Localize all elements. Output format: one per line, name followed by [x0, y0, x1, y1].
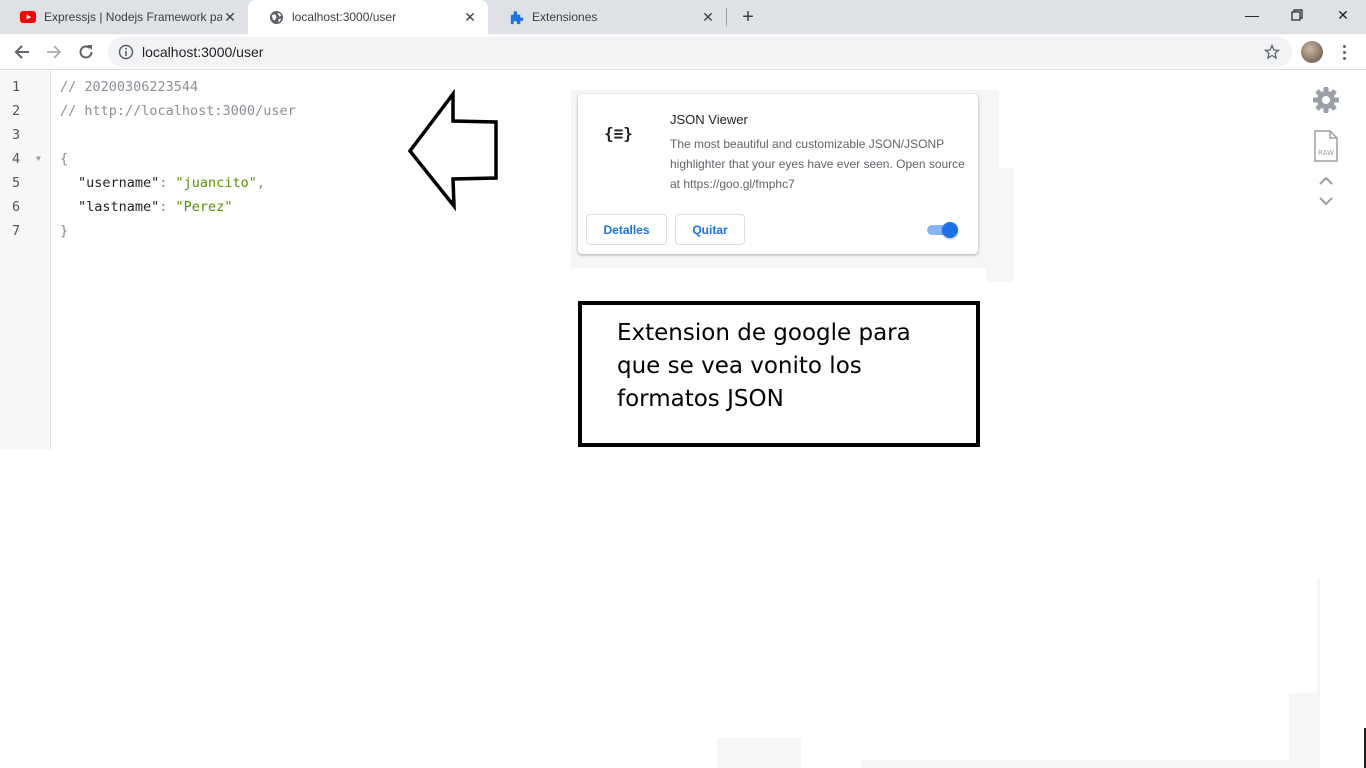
line-number: 4 — [12, 151, 21, 167]
restore-icon — [1291, 9, 1303, 21]
line-number: 5 — [12, 175, 21, 191]
reload-icon — [79, 45, 93, 59]
background-artifact — [717, 738, 801, 768]
info-icon[interactable] — [118, 44, 134, 60]
tab-separator — [726, 8, 727, 26]
forward-button[interactable] — [40, 38, 68, 66]
code-line: 7 } — [0, 219, 560, 243]
restore-button[interactable] — [1274, 0, 1320, 30]
globe-icon — [268, 9, 284, 25]
json-separator: : — [159, 199, 176, 215]
puzzle-icon — [508, 9, 524, 25]
timestamp-comment: // 20200306223544 — [60, 79, 199, 95]
expand-collapse-button[interactable] — [1310, 174, 1342, 208]
extension-panel-backdrop — [986, 168, 1014, 282]
tab-localhost-user[interactable]: localhost:3000/user ✕ — [248, 0, 488, 34]
tab-strip: Expressjs | Nodejs Framework pa ✕ localh… — [0, 0, 1366, 34]
json-value: "juancito" — [175, 175, 257, 191]
json-viewer-logo-icon: {≡} — [604, 124, 633, 143]
pointer-arrow-drawing — [407, 88, 498, 212]
background-artifact — [861, 760, 1289, 768]
reload-button[interactable] — [72, 38, 100, 66]
line-number: 7 — [12, 223, 21, 239]
json-property: "lastname": "Perez" — [78, 195, 232, 219]
profile-avatar[interactable] — [1301, 41, 1323, 63]
fold-toggle-icon[interactable]: ▼ — [36, 147, 41, 171]
json-key: "lastname" — [78, 199, 160, 215]
line-number: 3 — [12, 127, 21, 143]
toggle-knob — [942, 222, 958, 238]
arrow-right-icon — [47, 45, 62, 59]
remove-button[interactable]: Quitar — [675, 214, 745, 245]
background-artifact — [1289, 693, 1317, 768]
tab-expressjs[interactable]: Expressjs | Nodejs Framework pa ✕ — [0, 0, 248, 34]
json-separator: : — [159, 175, 176, 191]
close-window-button[interactable]: ✕ — [1320, 0, 1366, 30]
open-brace: { — [60, 151, 69, 167]
tab-title: Extensiones — [532, 10, 598, 24]
details-button[interactable]: Detalles — [586, 214, 667, 245]
json-key: "username" — [78, 175, 160, 191]
new-tab-button[interactable]: + — [736, 6, 760, 28]
annotation-box: Extension de google para que se vea voni… — [578, 301, 980, 447]
extension-description: The most beautiful and customizable JSON… — [670, 137, 965, 191]
annotation-text: Extension de google para que se vea voni… — [617, 320, 911, 412]
close-tab-icon[interactable]: ✕ — [700, 9, 716, 25]
close-brace: } — [60, 223, 69, 239]
enable-toggle[interactable] — [927, 222, 959, 238]
json-property: "username": "juancito", — [78, 171, 265, 195]
bookmark-star-icon[interactable] — [1264, 44, 1280, 60]
expand-collapse-icon — [1319, 176, 1333, 206]
line-number: 1 — [12, 79, 21, 95]
url-text[interactable]: localhost:3000/user — [142, 44, 1264, 60]
line-number: 6 — [12, 199, 21, 215]
tab-extensiones[interactable]: Extensiones ✕ — [488, 0, 726, 34]
settings-button[interactable] — [1310, 86, 1342, 114]
browser-toolbar: localhost:3000/user — [0, 34, 1366, 70]
raw-file-icon: RAW — [1314, 130, 1338, 162]
json-value: "Perez" — [175, 199, 233, 215]
address-bar[interactable]: localhost:3000/user — [108, 37, 1292, 67]
url-comment: // http://localhost:3000/user — [60, 103, 296, 119]
close-tab-icon[interactable]: ✕ — [462, 9, 478, 25]
extension-card: {≡} JSON Viewer The most beautiful and c… — [578, 94, 978, 254]
youtube-icon — [20, 9, 36, 25]
gear-icon — [1313, 87, 1339, 113]
minimize-button[interactable]: — — [1229, 0, 1275, 30]
back-button[interactable] — [8, 38, 36, 66]
tab-title: Expressjs | Nodejs Framework pa — [44, 10, 222, 24]
json-comma: , — [256, 175, 265, 191]
browser-menu-button[interactable] — [1336, 42, 1352, 62]
background-artifact — [1317, 578, 1320, 768]
arrow-left-icon — [14, 45, 29, 59]
raw-label: RAW — [1318, 149, 1334, 157]
extension-name: JSON Viewer — [670, 112, 748, 127]
close-tab-icon[interactable]: ✕ — [222, 9, 238, 25]
line-number: 2 — [12, 103, 21, 119]
raw-view-button[interactable]: RAW — [1310, 130, 1342, 162]
tab-title: localhost:3000/user — [292, 10, 397, 24]
